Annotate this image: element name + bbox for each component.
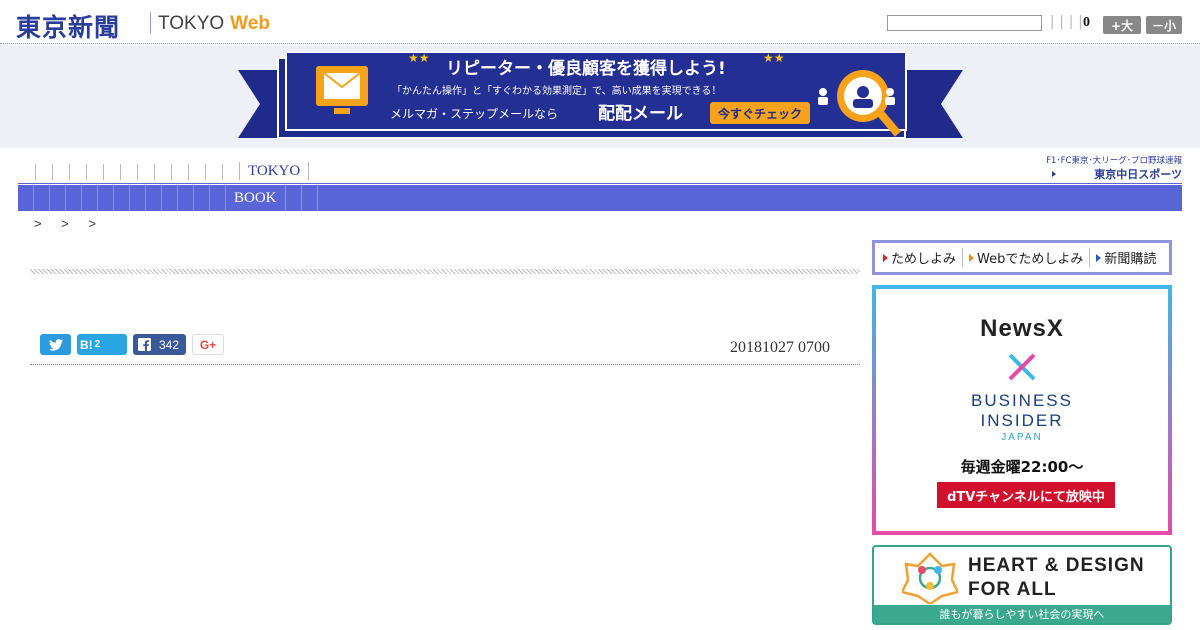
nav-item[interactable]: [154, 164, 171, 180]
newsx-title: NewsX: [980, 315, 1064, 342]
flower-logo-icon: [902, 552, 958, 604]
banner-cta: 今すぐチェック: [717, 106, 802, 121]
nav-item[interactable]: [171, 164, 188, 180]
hatena-icon: B!: [80, 337, 93, 352]
subscribe-label: 新聞購読: [1104, 252, 1157, 267]
web-trial-read-label: Webでためしよみ: [977, 252, 1084, 267]
web-trial-read-link[interactable]: Webでためしよみ: [969, 248, 1091, 267]
nav-rule: [18, 183, 1182, 184]
banner-product-line: メルマガ・ステップメールなら: [390, 107, 558, 121]
subnav-item[interactable]: [194, 185, 210, 211]
subnav-item[interactable]: [50, 185, 66, 211]
dtv-channel-badge: dTVチャンネルにて放映中: [937, 482, 1115, 508]
business-insider-logo: BUSINESS INSIDER: [876, 391, 1168, 431]
chunichi-tagline: F1･FC東京･大リーグ･プロ野球速報: [1046, 155, 1182, 166]
bi-line2: INSIDER: [980, 411, 1064, 430]
subnav-item[interactable]: [210, 185, 226, 211]
twitter-icon: [48, 338, 63, 351]
subnav-item[interactable]: [66, 185, 82, 211]
font-size-small-button[interactable]: －小: [1146, 16, 1182, 34]
cross-icon: [1008, 353, 1036, 381]
search-input[interactable]: [887, 15, 1042, 31]
nav-item[interactable]: [120, 164, 137, 180]
nav-item[interactable]: [137, 164, 154, 180]
trial-read-label: ためしよみ: [891, 252, 957, 267]
secondary-nav: BOOK: [18, 185, 1182, 211]
header-divider: [0, 43, 1200, 44]
svg-text:★★: ★★: [763, 52, 785, 65]
arrow-icon: [883, 253, 888, 262]
nav-item[interactable]: [103, 164, 120, 180]
heart-design-ad[interactable]: HEART & DESIGN FOR ALL 誰もが暮らしやすい社会の実現へ: [872, 545, 1172, 625]
subnav-item[interactable]: [130, 185, 146, 211]
subnav-item-book[interactable]: BOOK: [226, 185, 286, 211]
facebook-share-button[interactable]: 342: [133, 334, 186, 355]
google-plus-share-button[interactable]: G+: [192, 334, 224, 355]
site-logo[interactable]: 東京新聞: [16, 8, 120, 44]
logo-web-text: Web: [230, 13, 270, 34]
subscription-links: ためしよみ Webでためしよみ 新聞購読: [872, 240, 1172, 275]
subnav-item[interactable]: [302, 185, 318, 211]
breadcrumb[interactable]: > > >: [34, 216, 104, 231]
bi-japan-label: JAPAN: [1001, 432, 1043, 443]
google-plus-icon: G+: [199, 337, 217, 352]
hatena-count: 2: [94, 339, 101, 350]
hatena-bookmark-button[interactable]: B! 2: [77, 334, 127, 355]
subnav-item[interactable]: [18, 185, 34, 211]
facebook-icon: [138, 338, 151, 351]
arrow-icon: [1096, 253, 1102, 262]
subnav-item[interactable]: [34, 185, 50, 211]
newsx-schedule: 毎週金曜22:00～: [960, 458, 1084, 476]
subnav-item[interactable]: [114, 185, 130, 211]
logo-divider: [150, 12, 151, 34]
nav-item[interactable]: [222, 164, 239, 180]
banner-brand: 配配メール: [598, 104, 683, 124]
nav-item[interactable]: [188, 164, 205, 180]
nav-item[interactable]: [205, 164, 222, 180]
svg-text:★★: ★★: [408, 52, 430, 65]
banner-ad[interactable]: ★★ ★★ リピーター・優良顧客を獲得しよう! 「かんたん操作」と「すぐわかる効…: [238, 52, 963, 140]
bi-line1: BUSINESS: [971, 391, 1073, 410]
logo-tokyo-text: TOKYO: [158, 13, 225, 34]
nav-item-tokyo[interactable]: TOKYO: [239, 162, 310, 180]
chunichi-name: 東京中日スポーツ: [1094, 167, 1182, 181]
article-top-rule: [30, 269, 860, 274]
nav-item[interactable]: [52, 164, 69, 180]
header-count: 0: [1083, 15, 1090, 30]
subnav-item[interactable]: [98, 185, 114, 211]
subnav-item[interactable]: [178, 185, 194, 211]
banner-subline: 「かんたん操作」と「すぐわかる効果測定」で、高い成果を実現できる！: [392, 84, 721, 97]
article-header-divider: [30, 364, 860, 365]
subnav-item[interactable]: [146, 185, 162, 211]
font-size-large-button[interactable]: +大: [1103, 16, 1141, 34]
heart-design-tagline: 誰もが暮らしやすい社会の実現へ: [874, 605, 1170, 623]
heart-design-title: HEART & DESIGN: [968, 555, 1145, 576]
subnav-item[interactable]: [162, 185, 178, 211]
header-separators: ||||: [1048, 14, 1086, 30]
nav-item[interactable]: [35, 164, 52, 180]
chunichi-sports-link[interactable]: F1･FC東京･大リーグ･プロ野球速報 東京中日スポーツ: [1026, 154, 1182, 182]
article-date: 20181027 0700: [730, 339, 830, 356]
subnav-item[interactable]: [286, 185, 302, 211]
nav-item[interactable]: [69, 164, 86, 180]
arrow-icon: [969, 253, 975, 262]
trial-read-link[interactable]: ためしよみ: [883, 248, 964, 267]
heart-design-subtitle: FOR ALL: [968, 579, 1057, 600]
facebook-count: 342: [159, 337, 180, 352]
subnav-item[interactable]: [82, 185, 98, 211]
subscribe-link[interactable]: 新聞購読: [1096, 248, 1162, 267]
tokyo-web-logo[interactable]: TOKYO Web: [158, 13, 270, 35]
twitter-share-button[interactable]: [40, 334, 71, 355]
newsx-ad[interactable]: NewsX BUSINESS INSIDER JAPAN 毎週金曜22:00～ d…: [872, 285, 1172, 535]
primary-nav: TOKYO: [35, 160, 310, 180]
banner-headline: リピーター・優良顧客を獲得しよう!: [446, 58, 726, 79]
nav-item[interactable]: [86, 164, 103, 180]
